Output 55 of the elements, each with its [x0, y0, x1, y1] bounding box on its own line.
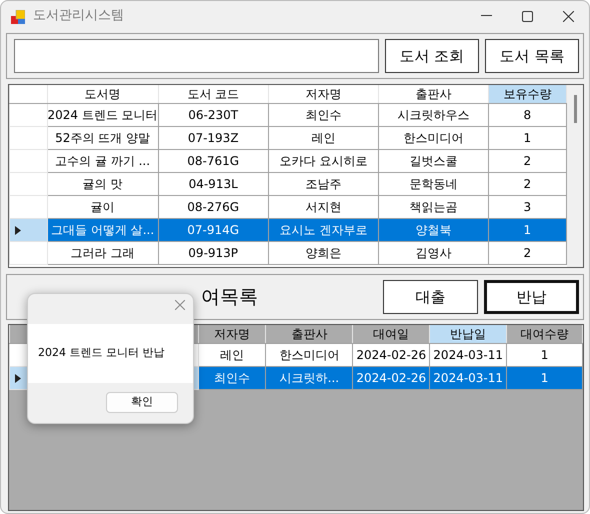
table-cell: 2024-02-26 — [352, 344, 430, 366]
table-cell: 최인수 — [268, 104, 379, 126]
column-header[interactable]: 보유수량 — [488, 85, 567, 104]
table-cell: 책읽는곰 — [378, 196, 488, 218]
table-cell: 레인 — [268, 126, 379, 150]
section-label: 여목록 — [201, 284, 258, 310]
column-header[interactable]: 반납일 — [430, 325, 507, 344]
table-cell: 요시노 겐자부로 — [268, 218, 379, 242]
table-cell: 시크릿하... — [266, 366, 353, 390]
table-cell: 8 — [488, 104, 567, 126]
table-cell: 레인 — [198, 344, 266, 366]
table-cell: 1 — [506, 366, 582, 390]
table-cell: 고수의 귤 까기 ... — [47, 150, 158, 172]
table-cell: 07-914G — [158, 218, 268, 242]
table-cell: 그러라 그래 — [47, 242, 158, 264]
table-cell: 04-913L — [158, 172, 268, 196]
table-cell: 2024-02-26 — [352, 366, 430, 390]
table-cell: 한스미디어 — [266, 344, 353, 366]
table-cell: 2024 트렌드 모니터 — [47, 104, 158, 126]
ok-button[interactable]: 확인 — [106, 392, 178, 413]
table-cell: 조남주 — [268, 172, 379, 196]
table-cell: 양희은 — [268, 242, 379, 264]
loan-button[interactable]: 대출 — [383, 280, 478, 314]
loan-button[interactable]: 반납 — [484, 280, 579, 314]
table-cell: 귤이 — [47, 196, 158, 218]
table-cell: 그대들 어떻게 살... — [47, 218, 158, 242]
table-cell: 07-193Z — [158, 126, 268, 150]
dialog-message: 2024 트렌드 모니터 반납 — [38, 345, 164, 362]
table-cell: 최인수 — [198, 366, 266, 390]
table-cell: 김영사 — [378, 242, 488, 264]
table-cell: 08-276G — [158, 196, 268, 218]
table-cell: 06-230T — [158, 104, 268, 126]
table-cell: 길벗스쿨 — [378, 150, 488, 172]
table-cell: 오카다 요시히로 — [268, 150, 379, 172]
table-cell: 2024-03-11 — [430, 366, 507, 390]
table-cell: 3 — [488, 196, 567, 218]
table-cell: 서지현 — [268, 196, 379, 218]
window-title: 도서관리시스템 — [33, 7, 124, 26]
table-cell: 2024-03-11 — [430, 344, 507, 366]
table-cell: 양철북 — [378, 218, 488, 242]
table-cell: 09-913P — [158, 242, 268, 264]
table-cell: 1 — [506, 344, 582, 366]
table-cell: 08-761G — [158, 150, 268, 172]
table-cell: 2 — [488, 172, 567, 196]
search-button[interactable]: 도서 조회 — [384, 39, 479, 73]
table-cell: 2 — [488, 242, 567, 264]
table-cell: 1 — [488, 218, 567, 242]
table-cell: 귤의 맛 — [47, 172, 158, 196]
search-button[interactable]: 도서 목록 — [484, 39, 579, 73]
table-cell: 문학동네 — [378, 172, 488, 196]
table-cell: 52주의 뜨개 양말 — [47, 126, 158, 150]
table-cell: 2 — [488, 150, 567, 172]
table-cell: 1 — [488, 126, 567, 150]
table-cell: 시크릿하우스 — [378, 104, 488, 126]
table-cell: 한스미디어 — [378, 126, 488, 150]
